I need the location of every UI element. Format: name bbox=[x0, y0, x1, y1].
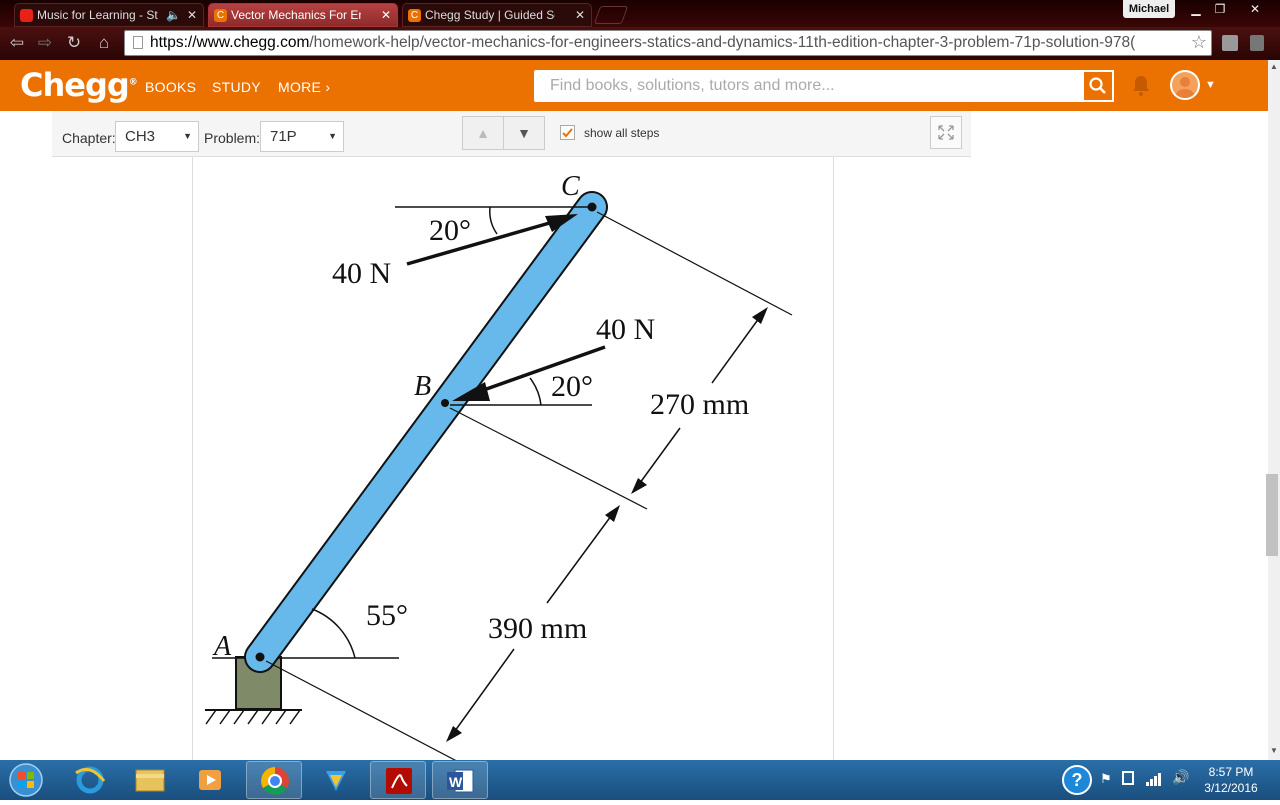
dim-line-270-top bbox=[711, 313, 763, 384]
adobe-reader-icon[interactable] bbox=[370, 761, 426, 799]
page-scrollbar[interactable]: ▲ ▼ bbox=[1268, 60, 1280, 760]
label-angle-c: 20° bbox=[429, 214, 471, 247]
scrollbar-thumb[interactable] bbox=[1266, 474, 1278, 556]
windows-start-icon bbox=[9, 763, 43, 797]
arrowhead-270-bottom bbox=[631, 478, 647, 494]
arrowhead-390-bottom bbox=[446, 726, 462, 742]
help-icon[interactable]: ? bbox=[1062, 765, 1092, 795]
angle-arc-b bbox=[529, 377, 542, 406]
signal-icon[interactable] bbox=[1145, 771, 1163, 792]
scroll-down-icon[interactable]: ▼ bbox=[1270, 746, 1278, 755]
network-icon[interactable] bbox=[1122, 771, 1134, 785]
media-player-icon[interactable] bbox=[182, 761, 238, 799]
arrowhead-390-top bbox=[605, 505, 620, 522]
windows-taskbar: W ? ⚑ 🔊 8:57 PM 3/12/2016 bbox=[0, 760, 1280, 800]
label-point-b: B bbox=[414, 371, 431, 402]
rod bbox=[246, 193, 606, 671]
volume-icon[interactable]: 🔊 bbox=[1172, 769, 1189, 786]
mechanics-figure: C B A 20° 40 N 40 N 20° 270 mm 55° 390 m… bbox=[205, 171, 793, 760]
file-explorer-icon[interactable] bbox=[122, 761, 178, 799]
system-clock[interactable]: 8:57 PM 3/12/2016 bbox=[1195, 764, 1267, 796]
label-point-a: A bbox=[212, 631, 232, 662]
sync-app-icon[interactable] bbox=[308, 761, 364, 799]
clock-time: 8:57 PM bbox=[1208, 765, 1254, 779]
label-force-b: 40 N bbox=[596, 313, 655, 346]
point-b-dot bbox=[441, 399, 449, 407]
label-point-c: C bbox=[561, 171, 580, 202]
svg-text:W: W bbox=[449, 774, 463, 790]
extension-line-c bbox=[596, 211, 793, 316]
clock-date: 3/12/2016 bbox=[1204, 781, 1258, 795]
arrowhead-270-top bbox=[752, 307, 768, 324]
angle-arc-a bbox=[311, 608, 356, 659]
label-angle-b: 20° bbox=[551, 370, 593, 403]
dim-line-270-bottom bbox=[636, 427, 681, 488]
dim-line-390-bottom bbox=[451, 648, 515, 736]
start-button[interactable] bbox=[5, 761, 47, 799]
label-dim-270: 270 mm bbox=[650, 388, 749, 421]
scroll-up-icon[interactable]: ▲ bbox=[1270, 62, 1278, 71]
chrome-icon[interactable] bbox=[246, 761, 302, 799]
label-angle-a: 55° bbox=[366, 599, 408, 632]
flag-icon[interactable]: ⚑ bbox=[1100, 771, 1112, 787]
internet-explorer-icon[interactable] bbox=[62, 761, 118, 799]
ground-hatch bbox=[205, 709, 301, 725]
pin-a bbox=[255, 652, 265, 662]
dim-line-390-top bbox=[546, 511, 615, 604]
word-icon[interactable]: W bbox=[432, 761, 488, 799]
label-force-c: 40 N bbox=[332, 257, 391, 290]
label-dim-390: 390 mm bbox=[488, 612, 587, 645]
angle-arc-c bbox=[489, 206, 498, 235]
extension-line-b bbox=[449, 407, 648, 510]
